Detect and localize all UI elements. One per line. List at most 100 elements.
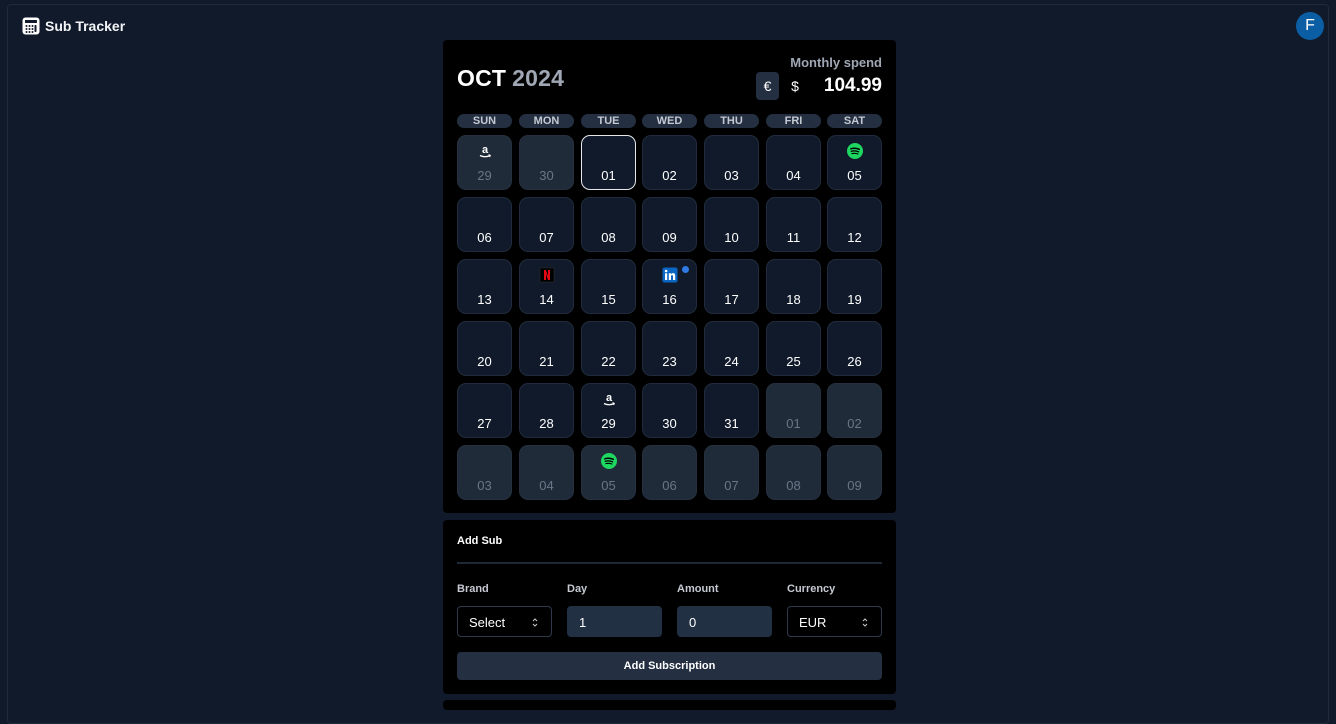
- day-number: 26: [847, 354, 862, 369]
- day-number: 25: [786, 354, 801, 369]
- day-number: 01: [786, 416, 801, 431]
- calendar-day[interactable]: 14: [519, 259, 574, 314]
- calendar-day[interactable]: 23: [642, 321, 697, 376]
- day-input[interactable]: 1: [567, 606, 662, 637]
- add-sub-card: Add Sub Brand Select Day 1 Amount 0 Curr…: [443, 520, 896, 694]
- chevron-up-down-icon: [862, 618, 868, 627]
- app-title: Sub Tracker: [45, 18, 126, 34]
- calendar-card: OCT 2024 Monthly spend € $ 104.99 SUN MON T…: [443, 40, 896, 513]
- brand-label: Brand: [457, 583, 489, 595]
- calendar-day[interactable]: a 29: [581, 383, 636, 438]
- day-number: 09: [847, 478, 862, 493]
- calendar-day[interactable]: 16: [642, 259, 697, 314]
- calendar-day[interactable]: 12: [827, 197, 882, 252]
- amount-input[interactable]: 0: [677, 606, 772, 637]
- calendar-day[interactable]: 17: [704, 259, 759, 314]
- calendar-day[interactable]: 04: [519, 445, 574, 500]
- calendar-day[interactable]: 03: [704, 135, 759, 190]
- calendar-day[interactable]: 03: [457, 445, 512, 500]
- monthly-spend-label: Monthly spend: [790, 55, 882, 70]
- calendar-day[interactable]: 09: [827, 445, 882, 500]
- weekday-header: WED: [642, 114, 697, 128]
- calendar-day[interactable]: 06: [457, 197, 512, 252]
- day-number: 20: [477, 354, 492, 369]
- currency-select[interactable]: EUR: [787, 606, 882, 637]
- calendar-day[interactable]: 28: [519, 383, 574, 438]
- weekday-header: TUE: [581, 114, 636, 128]
- calendar-day[interactable]: 07: [704, 445, 759, 500]
- day-number: 10: [724, 230, 739, 245]
- day-number: 09: [662, 230, 677, 245]
- day-number: 17: [724, 292, 739, 307]
- day-number: 02: [847, 416, 862, 431]
- calendar-day-today[interactable]: 01: [581, 135, 636, 190]
- calendar-day[interactable]: 09: [642, 197, 697, 252]
- calendar-day[interactable]: 01: [766, 383, 821, 438]
- calendar-day[interactable]: 19: [827, 259, 882, 314]
- day-number: 19: [847, 292, 862, 307]
- day-number: 22: [601, 354, 616, 369]
- calendar-day[interactable]: 08: [581, 197, 636, 252]
- calendar-day[interactable]: 13: [457, 259, 512, 314]
- svg-text:a: a: [606, 392, 613, 404]
- currency-select-value: EUR: [799, 615, 827, 630]
- calculator-logo-icon: [22, 17, 40, 35]
- calendar-day[interactable]: 31: [704, 383, 759, 438]
- day-number: 08: [786, 478, 801, 493]
- chevron-up-down-icon: [532, 618, 538, 627]
- day-number: 14: [539, 292, 554, 307]
- calendar-day[interactable]: 21: [519, 321, 574, 376]
- calendar-day[interactable]: 05: [581, 445, 636, 500]
- calendar-day[interactable]: 11: [766, 197, 821, 252]
- calendar-day[interactable]: 04: [766, 135, 821, 190]
- day-number: 24: [724, 354, 739, 369]
- day-number: 08: [601, 230, 616, 245]
- user-avatar[interactable]: F: [1296, 12, 1324, 40]
- add-subscription-button[interactable]: Add Subscription: [457, 652, 882, 680]
- calendar-day[interactable]: 27: [457, 383, 512, 438]
- calendar-day[interactable]: 22: [581, 321, 636, 376]
- calendar-day[interactable]: 30: [519, 135, 574, 190]
- calendar-day[interactable]: 05: [827, 135, 882, 190]
- amount-label: Amount: [677, 583, 719, 595]
- netflix-icon: [539, 267, 555, 283]
- day-number: 03: [724, 168, 739, 183]
- calendar-day[interactable]: 26: [827, 321, 882, 376]
- calendar-day[interactable]: a 29: [457, 135, 512, 190]
- calendar-day[interactable]: 30: [642, 383, 697, 438]
- calendar-day[interactable]: 07: [519, 197, 574, 252]
- weekday-header: SAT: [827, 114, 882, 128]
- add-sub-title: Add Sub: [457, 535, 503, 547]
- calendar-day[interactable]: 20: [457, 321, 512, 376]
- spotify-icon: [847, 143, 863, 159]
- currency-eur-toggle[interactable]: €: [756, 72, 779, 100]
- calendar-day[interactable]: 25: [766, 321, 821, 376]
- day-number: 16: [662, 292, 677, 307]
- day-number: 07: [539, 230, 554, 245]
- monthly-spend-value: 104.99: [823, 75, 882, 96]
- weekday-header: SUN: [457, 114, 512, 128]
- brand-select[interactable]: Select: [457, 606, 552, 637]
- calendar-day[interactable]: 10: [704, 197, 759, 252]
- day-number: 04: [539, 478, 554, 493]
- day-number: 21: [539, 354, 554, 369]
- day-number: 31: [724, 416, 739, 431]
- calendar-day[interactable]: 06: [642, 445, 697, 500]
- calendar-day[interactable]: 15: [581, 259, 636, 314]
- day-number: 27: [477, 416, 492, 431]
- brand-select-value: Select: [469, 615, 506, 630]
- day-label: Day: [567, 583, 588, 595]
- day-number: 04: [786, 168, 801, 183]
- day-number: 23: [662, 354, 677, 369]
- calendar-day[interactable]: 08: [766, 445, 821, 500]
- calendar-day[interactable]: 24: [704, 321, 759, 376]
- divider: [457, 562, 882, 564]
- calendar-day[interactable]: 18: [766, 259, 821, 314]
- day-number: 30: [539, 168, 554, 183]
- month-heading: OCT 2024: [457, 64, 564, 92]
- currency-usd-toggle[interactable]: $: [787, 72, 803, 100]
- linkedin-icon: [662, 267, 678, 283]
- day-number: 11: [786, 230, 801, 245]
- calendar-day[interactable]: 02: [827, 383, 882, 438]
- calendar-day[interactable]: 02: [642, 135, 697, 190]
